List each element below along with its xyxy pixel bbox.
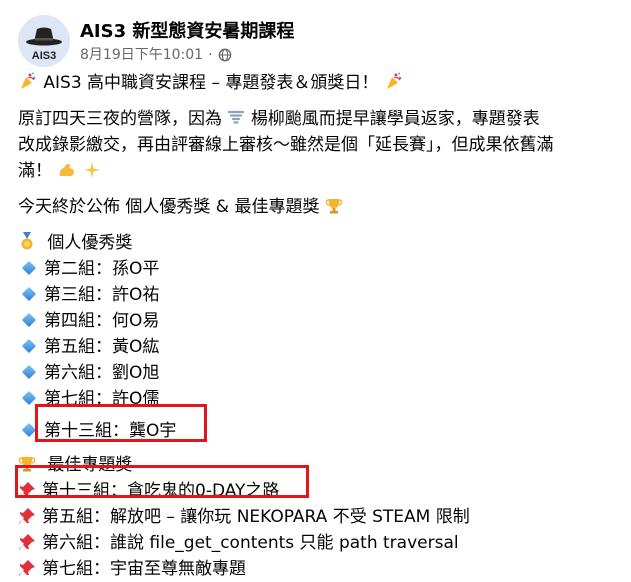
avatar-logo-icon: AIS3 [18,15,70,67]
list-item: 第三組：許O祐 [18,282,621,308]
trophy-icon [325,199,343,214]
meta-separator: · [208,47,213,63]
party-popper-icon [386,72,402,89]
post-title: AIS3 高中職資安課程 – 專題發表＆頒獎日！ [43,73,379,93]
pushpin-icon [19,508,35,524]
blue-diamond-icon [21,312,37,328]
globe-icon[interactable] [218,48,232,62]
blue-diamond-icon [21,364,37,380]
post-paragraph: 原訂四天三夜的營隊，因為 楊柳颱風而提早讓學員返家，專題發表 改成錄影繳交，再由… [18,106,621,184]
paragraph-text: 原訂四天三夜的營隊，因為 [18,109,222,129]
post-timestamp[interactable]: 8月19日下午10:01 [80,46,203,64]
blue-diamond-icon [21,260,37,276]
list-item: 第五組：解放吧 – 讓你玩 NEKOPARA 不受 STEAM 限制 [18,504,621,530]
sparkles-icon [83,162,100,178]
blue-diamond-icon [21,338,37,354]
paragraph-text: 滿！ [18,161,52,181]
highlight-box-individual [35,404,207,442]
pushpin-icon [19,560,35,576]
list-item: 第五組：黃O紘 [18,334,621,360]
blue-diamond-icon [21,422,37,438]
individual-heading: 個人優秀獎 [47,233,133,253]
announce-text: 今天終於公佈 個人優秀獎 & 最佳專題獎 [18,197,320,217]
medal-icon [21,232,33,250]
pushpin-icon [19,534,35,550]
post-body: AIS3 高中職資安課程 – 專題發表＆頒獎日！ 原訂四天三夜的營隊，因為 楊柳… [18,70,621,582]
page-avatar[interactable]: AIS3 [18,15,70,67]
blue-diamond-icon [21,390,37,406]
flexed-biceps-icon [60,163,75,177]
list-item: 第二組：孫O平 [18,256,621,282]
announce-line: 今天終於公佈 個人優秀獎 & 最佳專題獎 [18,194,621,220]
list-item: 第六組：劉O旭 [18,360,621,386]
blue-diamond-icon [21,286,37,302]
post-header: AIS3 AIS3 新型態資安暑期課程 8月19日下午10:01 · [18,15,613,67]
paragraph-text: 楊柳颱風而提早讓學員返家，專題發表 [250,109,540,129]
post-title-line: AIS3 高中職資安課程 – 專題發表＆頒獎日！ [18,70,621,96]
post-meta: 8月19日下午10:01 · [80,46,232,64]
party-popper-icon [21,72,36,89]
tornado-icon [228,110,245,124]
individual-heading-line: 個人優秀獎 [18,230,621,256]
avatar-text: AIS3 [32,50,56,62]
list-item: 第四組：何O易 [18,308,621,334]
list-item: 第七組：宇宙至尊無敵專題 [18,556,621,582]
page-name-link[interactable]: AIS3 新型態資安暑期課程 [80,21,294,43]
highlight-box-project [15,465,309,498]
paragraph-text: 改成錄影繳交，再由評審線上審核～雖然是個「延長賽」，但成果依舊滿 [18,135,554,155]
list-item: 第六組：誰說 file_get_contents 只能 path travers… [18,530,621,556]
